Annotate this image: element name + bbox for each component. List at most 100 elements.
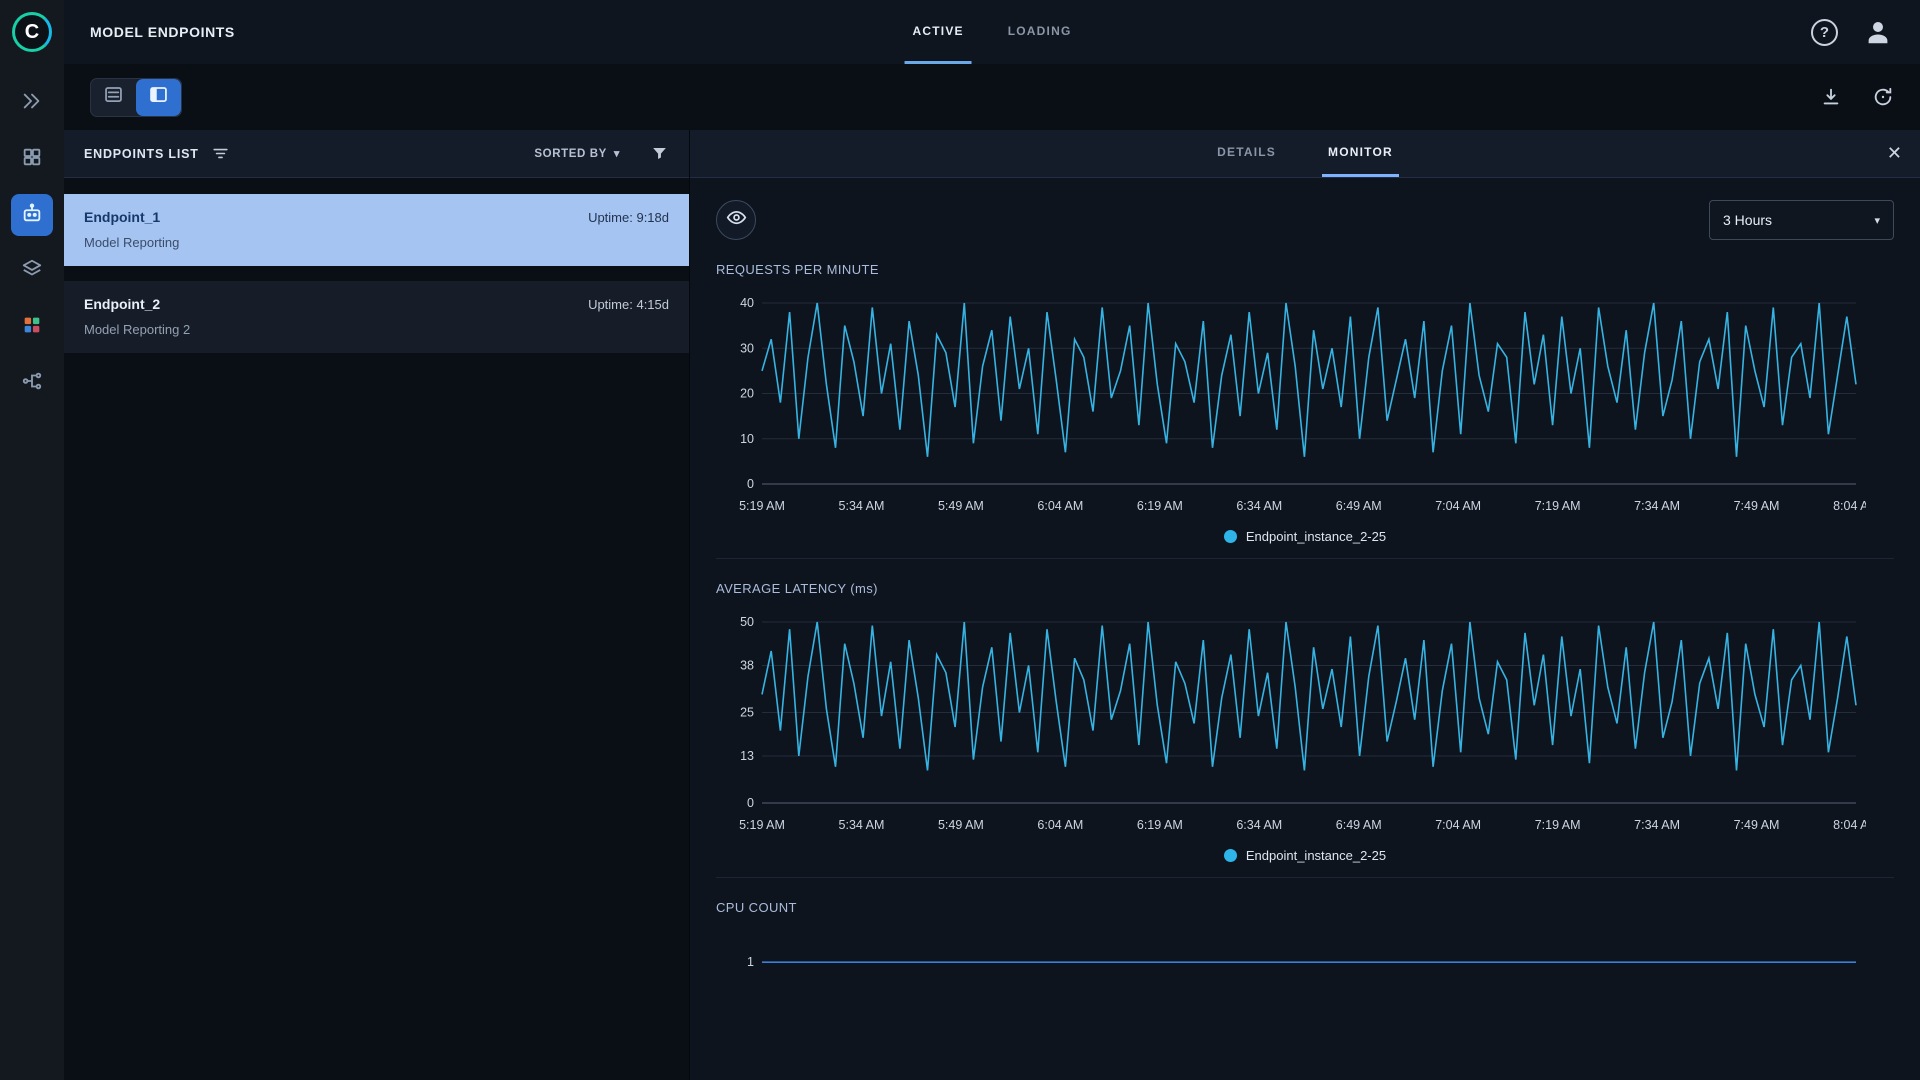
monitor-panel: DETAILS MONITOR ✕ 3 Hours ▾ REQUESTS PER…: [689, 130, 1920, 1080]
app-logo[interactable]: C: [12, 12, 52, 52]
time-range-select[interactable]: 3 Hours ▾: [1709, 200, 1894, 240]
cpu-chart-section: CPU COUNT 1: [716, 878, 1894, 1080]
sidebar-item-layers[interactable]: [11, 250, 53, 292]
eye-icon: [726, 207, 747, 233]
svg-text:7:19 AM: 7:19 AM: [1535, 499, 1581, 513]
sort-options-icon[interactable]: [211, 144, 230, 163]
list-item-endpoint-2[interactable]: Endpoint_2 Uptime: 4:15d Model Reporting…: [64, 281, 689, 353]
view-toggle-group: [90, 77, 182, 117]
sidebar-item-datasets[interactable]: [11, 138, 53, 180]
fast-forward-icon: [21, 90, 43, 117]
endpoint-subtitle: Model Reporting 2: [84, 322, 191, 337]
watch-button[interactable]: [716, 200, 756, 240]
left-nav-rail: C: [0, 0, 64, 1080]
svg-text:38: 38: [740, 658, 754, 672]
svg-text:8:04 AM: 8:04 AM: [1833, 818, 1866, 832]
sidebar-item-projects[interactable]: [11, 82, 53, 124]
chevron-down-icon: ▾: [1874, 214, 1880, 227]
flows-icon: [21, 370, 43, 397]
endpoint-row: Endpoint_1 Uptime: 9:18d: [84, 209, 669, 225]
download-icon[interactable]: [1820, 86, 1842, 108]
sidebar-item-endpoints[interactable]: [11, 194, 53, 236]
registry-icon: [21, 314, 43, 341]
endpoints-icon: [21, 202, 43, 229]
svg-text:20: 20: [740, 387, 754, 401]
table-view-button[interactable]: [91, 79, 136, 116]
sidebar-item-flows[interactable]: [11, 362, 53, 404]
svg-text:6:49 AM: 6:49 AM: [1336, 818, 1382, 832]
svg-text:6:19 AM: 6:19 AM: [1137, 499, 1183, 513]
svg-text:40: 40: [740, 296, 754, 310]
endpoint-row: Endpoint_2 Uptime: 4:15d: [84, 296, 669, 312]
svg-text:7:04 AM: 7:04 AM: [1435, 499, 1481, 513]
list-item-endpoint-1[interactable]: Endpoint_1 Uptime: 9:18d Model Reporting: [64, 194, 689, 266]
rail-nav: [11, 82, 53, 404]
content-row: ENDPOINTS LIST SORTED BY ▾ Endpoint_1 Up…: [64, 130, 1920, 1080]
svg-text:1: 1: [747, 955, 754, 969]
endpoints-list-panel: ENDPOINTS LIST SORTED BY ▾ Endpoint_1 Up…: [64, 130, 689, 1080]
split-view-button[interactable]: [136, 78, 181, 116]
chart-legend: Endpoint_instance_2-25: [716, 848, 1894, 863]
close-icon[interactable]: ✕: [1887, 130, 1902, 177]
svg-text:50: 50: [740, 615, 754, 629]
svg-text:6:04 AM: 6:04 AM: [1037, 499, 1083, 513]
requests-per-minute-chart: 0 10 20 30 40 5:19 AM 5:34 AM 5:49 AM 6:04 AM 6:1…: [739, 296, 1879, 513]
sorted-by-control[interactable]: SORTED BY ▾: [534, 147, 620, 161]
average-latency-chart: 0 13 25 38 50 5:19 AM 5:34 AM 5:49 AM 6:04 AM 6:1…: [739, 615, 1879, 832]
svg-text:7:34 AM: 7:34 AM: [1634, 818, 1680, 832]
svg-text:10: 10: [740, 432, 754, 446]
svg-text:0: 0: [747, 477, 754, 491]
user-avatar-icon[interactable]: [1862, 16, 1894, 48]
endpoint-name: Endpoint_1: [84, 209, 161, 225]
tab-details[interactable]: DETAILS: [1211, 130, 1282, 177]
svg-text:7:34 AM: 7:34 AM: [1634, 499, 1680, 513]
main-column: MODEL ENDPOINTS ACTIVE LOADING ? ENDPOIN…: [64, 0, 1920, 1080]
tab-active[interactable]: ACTIVE: [904, 0, 972, 64]
svg-text:6:34 AM: 6:34 AM: [1236, 818, 1282, 832]
chart-title-latency: AVERAGE LATENCY (ms): [716, 581, 878, 596]
filter-icon[interactable]: [650, 144, 669, 163]
svg-text:6:49 AM: 6:49 AM: [1336, 499, 1382, 513]
header-right: ?: [1811, 16, 1920, 48]
svg-text:8:04 AM: 8:04 AM: [1833, 499, 1866, 513]
endpoint-name: Endpoint_2: [84, 296, 161, 312]
auto-refresh-icon[interactable]: [1872, 86, 1894, 108]
requests-chart-section: REQUESTS PER MINUTE 0 10 20 30 40 5:19 AM 5:34…: [716, 240, 1894, 559]
chart-title-requests: REQUESTS PER MINUTE: [716, 262, 879, 277]
svg-text:7:19 AM: 7:19 AM: [1535, 818, 1581, 832]
view-toolbar: [64, 64, 1920, 130]
monitor-panel-header: DETAILS MONITOR ✕: [690, 130, 1920, 178]
chevron-down-icon: ▾: [613, 148, 620, 160]
list-view-icon: [103, 84, 124, 110]
help-icon[interactable]: ?: [1811, 18, 1838, 46]
legend-dot-icon: [1223, 530, 1237, 543]
svg-text:5:49 AM: 5:49 AM: [938, 818, 984, 832]
header-tabs: ACTIVE LOADING: [904, 0, 1080, 64]
svg-text:0: 0: [747, 796, 754, 810]
toolbar-right: [1820, 86, 1894, 108]
svg-text:5:34 AM: 5:34 AM: [839, 818, 885, 832]
endpoints-list-header: ENDPOINTS LIST SORTED BY ▾: [64, 130, 689, 178]
legend-dot-icon: [1223, 849, 1237, 862]
monitor-controls-row: 3 Hours ▾: [716, 200, 1894, 240]
svg-text:7:49 AM: 7:49 AM: [1734, 499, 1780, 513]
tab-monitor[interactable]: MONITOR: [1322, 130, 1399, 177]
layers-icon: [21, 258, 43, 285]
svg-text:7:04 AM: 7:04 AM: [1435, 818, 1481, 832]
svg-text:5:19 AM: 5:19 AM: [739, 499, 785, 513]
endpoint-uptime: Uptime: 4:15d: [588, 297, 669, 312]
endpoints-list-title: ENDPOINTS LIST: [84, 146, 199, 161]
svg-text:6:19 AM: 6:19 AM: [1137, 818, 1183, 832]
grid-icon: [21, 146, 43, 173]
monitor-body: 3 Hours ▾ REQUESTS PER MINUTE 0 10 20 30 40 5…: [690, 178, 1920, 1080]
sorted-by-label: SORTED BY: [534, 147, 607, 160]
svg-text:5:34 AM: 5:34 AM: [839, 499, 885, 513]
time-range-value: 3 Hours: [1723, 212, 1773, 228]
svg-text:13: 13: [740, 749, 754, 763]
svg-text:5:19 AM: 5:19 AM: [739, 818, 785, 832]
svg-text:6:34 AM: 6:34 AM: [1236, 499, 1282, 513]
legend-label: Endpoint_instance_2-25: [1245, 529, 1387, 544]
tab-loading[interactable]: LOADING: [1000, 0, 1080, 64]
cpu-count-chart: 1: [747, 955, 1856, 969]
sidebar-item-registry[interactable]: [11, 306, 53, 348]
